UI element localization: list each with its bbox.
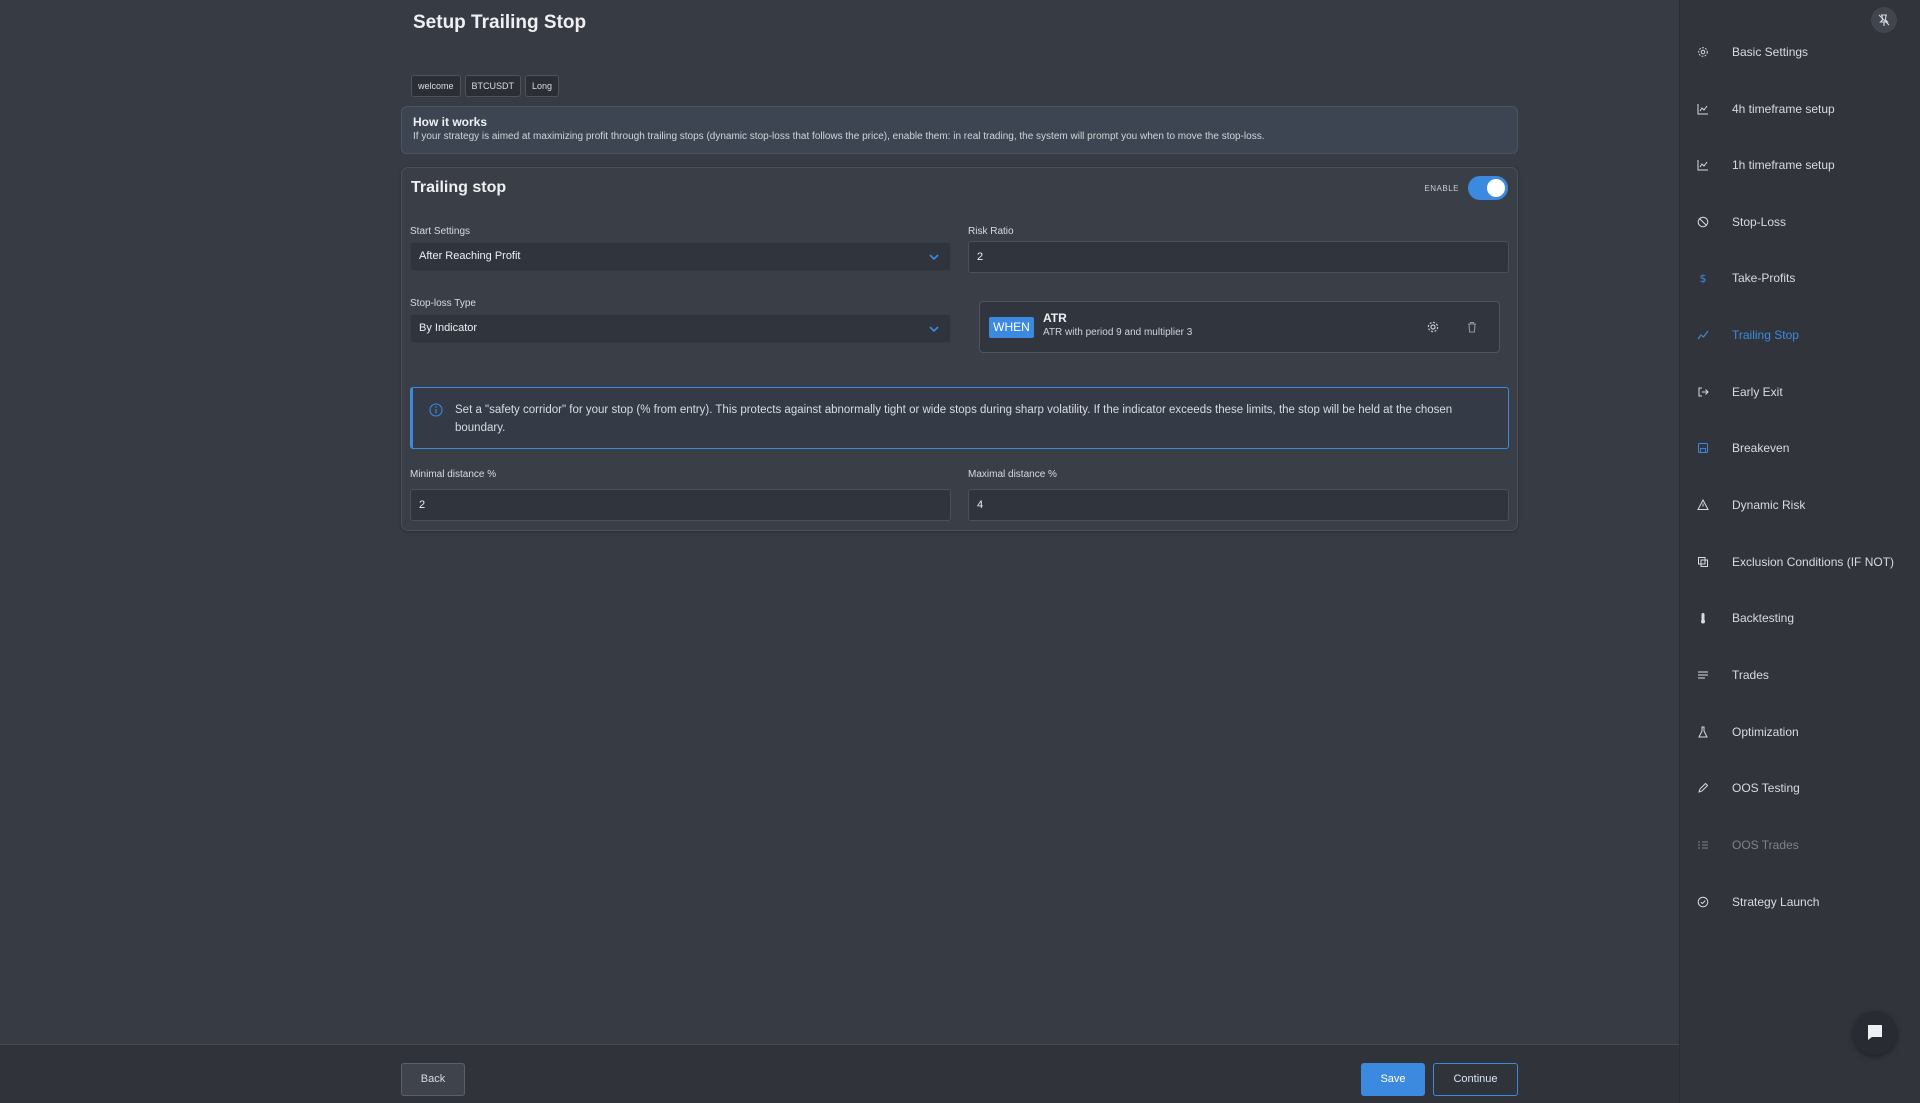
sidebar-item-take-profits[interactable]: $ Take-Profits (1697, 268, 1796, 288)
collapse-sidebar-button[interactable] (1871, 7, 1897, 33)
risk-ratio-input[interactable]: 2 (968, 241, 1509, 273)
pen-icon (1698, 782, 1709, 793)
sidebar-item-label: 4h timeframe setup (1732, 102, 1835, 116)
chat-icon (1868, 1025, 1882, 1040)
sidebar-item-breakeven[interactable]: Breakeven (1697, 438, 1789, 458)
sidebar-item-label: Stop-Loss (1732, 215, 1787, 229)
enable-control: ENABLE (1424, 176, 1508, 200)
sidebar-item-basic-settings[interactable]: Basic Settings (1697, 42, 1808, 62)
enable-label: ENABLE (1424, 183, 1459, 193)
min-distance-input[interactable]: 2 (410, 489, 951, 521)
safety-corridor-notice: Set a "safety corridor" for your stop (%… (410, 387, 1509, 449)
start-settings-select[interactable]: After Reaching Profit (410, 242, 951, 271)
start-settings-value: After Reaching Profit (419, 250, 521, 262)
sidebar-item-label: Breakeven (1732, 441, 1790, 455)
sidebar-item-label: Trades (1732, 668, 1769, 682)
when-badge: WHEN (989, 317, 1034, 338)
trend-icon (1697, 330, 1709, 340)
unpin-icon (1878, 14, 1890, 26)
copy-icon (1698, 557, 1708, 567)
tag-direction[interactable]: Long (525, 75, 560, 97)
risk-ratio-value: 2 (977, 251, 984, 263)
how-it-works-box: How it works If your strategy is aimed a… (401, 106, 1518, 154)
sidebar-item-exclusion-conditions[interactable]: Exclusion Conditions (IF NOT) (1697, 552, 1894, 572)
sidebar-item-label: Trailing Stop (1732, 328, 1799, 342)
dollar-icon: $ (1700, 272, 1707, 284)
sidebar-item-early-exit[interactable]: Early Exit (1697, 382, 1783, 402)
check-circle-icon (1697, 896, 1709, 908)
chevron-down-icon (929, 326, 939, 333)
flask-icon (1698, 726, 1708, 738)
sidebar-item-label: Early Exit (1732, 385, 1783, 399)
footer-bar: Back Save Continue (0, 1044, 1679, 1103)
notice-text: Set a "safety corridor" for your stop (%… (455, 404, 1453, 434)
min-distance-label: Minimal distance % (410, 469, 497, 480)
max-distance-input[interactable]: 4 (968, 489, 1509, 521)
sidebar-item-label: OOS Trades (1732, 838, 1799, 852)
info-icon (429, 403, 443, 417)
card-title: Trailing stop (411, 179, 507, 196)
max-distance-value: 4 (977, 499, 984, 511)
save-icon (1698, 443, 1708, 453)
sidebar-item-optimization[interactable]: Optimization (1697, 722, 1799, 742)
sidebar-item-trailing-stop[interactable]: Trailing Stop (1697, 325, 1799, 345)
sidebar-item-oos-testing[interactable]: OOS Testing (1697, 778, 1800, 798)
chart-icon (1697, 104, 1708, 115)
sidebar-item-backtesting[interactable]: Backtesting (1697, 608, 1794, 628)
sidebar-item-4h-timeframe[interactable]: 4h timeframe setup (1697, 99, 1835, 119)
tag-symbol[interactable]: BTCUSDT (464, 75, 522, 97)
sidebar-item-label: 1h timeframe setup (1732, 158, 1835, 172)
gear-icon[interactable] (1426, 320, 1440, 334)
thermometer-icon (1701, 613, 1705, 624)
page-title: Setup Trailing Stop (413, 12, 587, 33)
list-icon (1698, 671, 1708, 679)
ban-icon (1697, 216, 1709, 228)
tag-welcome[interactable]: welcome (411, 75, 461, 97)
chart-icon (1697, 160, 1708, 171)
max-distance-label: Maximal distance % (968, 469, 1057, 480)
save-button[interactable]: Save (1361, 1063, 1425, 1096)
sidebar-item-label: Basic Settings (1732, 45, 1809, 59)
chat-button[interactable] (1853, 1011, 1897, 1055)
warning-icon (1697, 499, 1709, 510)
back-button[interactable]: Back (401, 1063, 465, 1096)
stop-loss-type-value: By Indicator (419, 322, 478, 334)
sidebar: Basic Settings 4h timeframe setup 1h tim… (1679, 0, 1920, 1103)
sidebar-item-label: Dynamic Risk (1732, 498, 1806, 512)
sidebar-item-oos-trades: OOS Trades (1697, 835, 1799, 855)
chevron-down-icon (929, 254, 939, 261)
min-distance-value: 2 (419, 499, 426, 511)
indicator-description: ATR with period 9 and multiplier 3 (1043, 327, 1193, 338)
tag-list: welcome BTCUSDT Long (411, 75, 560, 97)
exit-icon (1698, 387, 1709, 397)
sidebar-item-label: Strategy Launch (1732, 895, 1820, 909)
indicator-card[interactable]: WHEN ATR ATR with period 9 and multiplie… (979, 301, 1500, 353)
stop-loss-type-label: Stop-loss Type (410, 298, 476, 309)
gear-icon (1698, 47, 1708, 57)
main-content: Setup Trailing Stop welcome BTCUSDT Long… (0, 0, 1679, 1044)
sidebar-item-strategy-launch[interactable]: Strategy Launch (1697, 892, 1819, 912)
sidebar-item-1h-timeframe[interactable]: 1h timeframe setup (1697, 155, 1835, 175)
sidebar-item-label: Optimization (1732, 725, 1799, 739)
how-it-works-title: How it works (413, 115, 488, 129)
start-settings-label: Start Settings (410, 226, 471, 237)
enable-toggle[interactable] (1468, 176, 1508, 200)
how-it-works-description: If your strategy is aimed at maximizing … (413, 131, 1265, 142)
indicator-name: ATR (1043, 311, 1067, 325)
sidebar-item-dynamic-risk[interactable]: Dynamic Risk (1697, 495, 1805, 515)
sidebar-item-label: Exclusion Conditions (IF NOT) (1732, 555, 1895, 569)
stop-loss-type-select[interactable]: By Indicator (410, 314, 951, 343)
list-check-icon (1698, 841, 1708, 849)
sidebar-item-trades[interactable]: Trades (1697, 665, 1769, 685)
trailing-stop-card: Trailing stop ENABLE Start Settings Afte… (401, 167, 1518, 531)
sidebar-item-stop-loss[interactable]: Stop-Loss (1697, 212, 1786, 232)
risk-ratio-label: Risk Ratio (968, 226, 1014, 237)
svg-text:$: $ (1700, 272, 1707, 284)
toggle-knob (1487, 179, 1505, 197)
sidebar-item-label: Take-Profits (1732, 271, 1796, 285)
sidebar-item-label: OOS Testing (1732, 781, 1800, 795)
trash-icon[interactable] (1465, 320, 1479, 334)
continue-button[interactable]: Continue (1433, 1063, 1518, 1096)
sidebar-item-label: Backtesting (1732, 611, 1795, 625)
